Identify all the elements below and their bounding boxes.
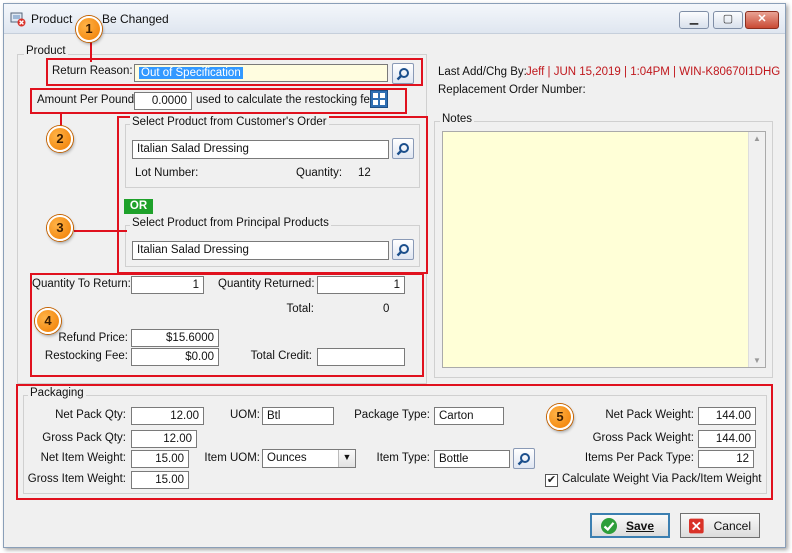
- last-add-label: Last Add/Chg By:: [438, 66, 527, 78]
- product-group-legend: Product: [24, 45, 68, 57]
- callout-5-badge: 5: [547, 404, 573, 430]
- items-per-pack-type-field[interactable]: 12: [698, 450, 754, 468]
- net-item-weight-label: Net Item Weight:: [40, 452, 126, 464]
- customer-order-product-field[interactable]: Italian Salad Dressing: [132, 140, 389, 159]
- amount-per-pound-note: used to calculate the restocking fee.: [196, 94, 380, 106]
- search-icon: [396, 243, 409, 256]
- customer-order-search-button[interactable]: [392, 138, 414, 159]
- chevron-down-icon[interactable]: ▼: [338, 450, 355, 467]
- gross-item-weight-field[interactable]: 15.00: [131, 471, 189, 489]
- uom-field[interactable]: Btl: [262, 407, 334, 425]
- item-uom-value: Ounces: [267, 452, 307, 464]
- qty-to-return-field[interactable]: 1: [131, 276, 204, 294]
- checkmark-icon: [601, 517, 617, 534]
- calculator-button[interactable]: [370, 90, 388, 108]
- scroll-down-icon[interactable]: ▼: [753, 356, 761, 365]
- net-pack-qty-field[interactable]: 12.00: [131, 407, 204, 425]
- qty-returned-label: Quantity Returned:: [218, 278, 315, 290]
- net-pack-qty-label: Net Pack Qty:: [55, 409, 126, 421]
- return-reason-search-button[interactable]: [392, 63, 414, 84]
- item-type-field[interactable]: Bottle: [434, 450, 510, 468]
- scroll-up-icon[interactable]: ▲: [753, 134, 761, 143]
- gross-pack-weight-field[interactable]: 144.00: [698, 430, 756, 448]
- search-icon: [396, 67, 409, 80]
- restocking-fee-field[interactable]: $0.00: [131, 348, 219, 366]
- total-credit-field[interactable]: [317, 348, 405, 366]
- amount-per-pound-field[interactable]: 0.0000: [134, 92, 192, 110]
- package-type-field[interactable]: Carton: [434, 407, 504, 425]
- principal-products-legend: Select Product from Principal Products: [130, 217, 331, 229]
- window-title-prefix: Product: [31, 12, 73, 26]
- item-uom-dropdown[interactable]: Ounces ▼: [262, 449, 356, 468]
- cancel-x-icon: [689, 518, 704, 533]
- qty-returned-field[interactable]: 1: [317, 276, 405, 294]
- calculator-icon: [373, 93, 385, 105]
- refund-price-label: Refund Price:: [58, 332, 128, 344]
- principal-product-search-button[interactable]: [392, 239, 414, 260]
- total-credit-label: Total Credit:: [250, 350, 312, 362]
- minimize-button[interactable]: ▁: [679, 11, 709, 29]
- net-item-weight-field[interactable]: 15.00: [131, 450, 189, 468]
- close-button[interactable]: ✕: [745, 11, 779, 29]
- uom-label: UOM:: [229, 409, 260, 421]
- total-value: 0: [383, 303, 390, 315]
- last-add-value: Jeff | JUN 15,2019 | 1:04PM | WIN-K80670…: [526, 66, 781, 78]
- save-label: Save: [626, 518, 655, 533]
- order-quantity-value: 12: [358, 167, 371, 179]
- maximize-button[interactable]: ▢: [713, 11, 743, 29]
- app-icon: [10, 11, 26, 27]
- gross-pack-qty-label: Gross Pack Qty:: [42, 432, 126, 444]
- notes-scrollbar[interactable]: ▲ ▼: [748, 132, 765, 367]
- item-type-label: Item Type:: [376, 452, 430, 464]
- notes-label: Notes: [440, 113, 475, 125]
- net-pack-weight-label: Net Pack Weight:: [605, 409, 694, 421]
- callout-3-leader: [74, 230, 127, 232]
- principal-product-field[interactable]: Italian Salad Dressing: [132, 241, 389, 260]
- customer-order-legend: Select Product from Customer's Order: [130, 116, 329, 128]
- cancel-button[interactable]: Cancel: [680, 513, 760, 538]
- search-icon: [517, 452, 530, 465]
- items-per-pack-type-label: Items Per Pack Type:: [584, 452, 694, 464]
- calc-weight-checkbox[interactable]: ✔: [545, 474, 558, 487]
- return-reason-value: Out of Specification: [139, 67, 243, 79]
- return-reason-label: Return Reason:: [52, 65, 133, 77]
- package-type-label: Package Type:: [354, 409, 430, 421]
- dialog-window: Product Be Changed ▁ ▢ ✕ Product Return …: [3, 3, 786, 548]
- gross-pack-qty-field[interactable]: 12.00: [131, 430, 197, 448]
- replacement-order-label: Replacement Order Number:: [438, 84, 586, 96]
- gross-item-weight-label: Gross Item Weight:: [27, 473, 126, 485]
- cancel-label: Cancel: [713, 518, 751, 533]
- item-type-search-button[interactable]: [513, 448, 535, 469]
- calc-weight-label: Calculate Weight Via Pack/Item Weight: [562, 473, 762, 485]
- order-quantity-label: Quantity:: [296, 167, 343, 179]
- save-button[interactable]: Save: [590, 513, 670, 538]
- packaging-legend: Packaging: [28, 387, 86, 399]
- return-reason-field[interactable]: Out of Specification: [134, 64, 388, 82]
- window-title-suffix: Be Changed: [102, 12, 169, 26]
- callout-1-leader: [90, 42, 92, 62]
- restocking-fee-label: Restocking Fee:: [44, 350, 128, 362]
- callout-1-badge: 1: [76, 16, 102, 42]
- total-label: Total:: [286, 303, 315, 315]
- amount-per-pound-label: Amount Per Pound:: [37, 94, 138, 106]
- qty-to-return-label: Quantity To Return:: [32, 278, 131, 290]
- callout-2-badge: 2: [47, 126, 73, 152]
- or-badge: OR: [124, 199, 153, 214]
- title-bar: Product Be Changed ▁ ▢ ✕: [4, 4, 785, 34]
- lot-number-label: Lot Number:: [135, 167, 199, 179]
- search-icon: [396, 142, 409, 155]
- gross-pack-weight-label: Gross Pack Weight:: [592, 432, 694, 444]
- callout-3-badge: 3: [47, 215, 73, 241]
- item-uom-label: Item UOM:: [204, 452, 260, 464]
- refund-price-field[interactable]: $15.6000: [131, 329, 219, 347]
- net-pack-weight-field[interactable]: 144.00: [698, 407, 756, 425]
- callout-4-badge: 4: [35, 308, 61, 334]
- notes-textarea[interactable]: ▲ ▼: [442, 131, 766, 368]
